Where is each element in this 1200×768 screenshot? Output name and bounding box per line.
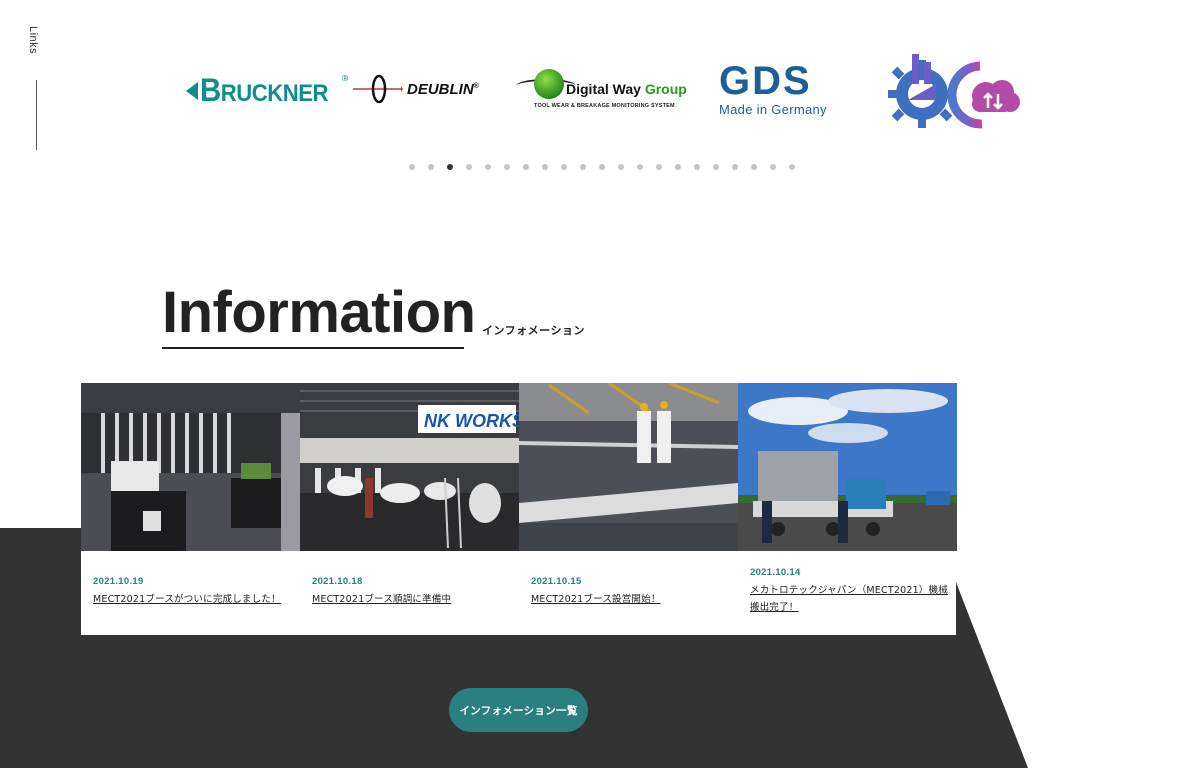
svg-text:NK WORKS: NK WORKS (424, 411, 519, 431)
carousel-dot[interactable] (523, 164, 529, 170)
digital-way-group-logo[interactable]: Digital Way Group TOOL WEAR & BREAKAGE M… (516, 67, 687, 113)
factory-gear-cloud-icon (888, 54, 1020, 129)
carousel-pagination (409, 164, 795, 170)
carousel-dot[interactable] (542, 164, 548, 170)
card-date: 2021.10.19 (93, 576, 144, 587)
info-card[interactable]: 2021.10.15 MECT2021ブース設営開始！ (519, 383, 738, 635)
card-date: 2021.10.18 (312, 576, 363, 587)
booth-photo[interactable] (81, 383, 300, 551)
information-list-button[interactable]: インフォメーション一覧 (449, 688, 588, 732)
carousel-dot[interactable] (599, 164, 605, 170)
carousel-dot[interactable] (751, 164, 757, 170)
card-title-link[interactable]: メカトロテックジャパン（MECT2021）機械搬出完了！ (750, 582, 950, 616)
carousel-dot[interactable] (466, 164, 472, 170)
bruckner-arrow-icon (186, 81, 198, 100)
info-card[interactable]: NK WORKS 2021.10.18 MECT2021ブース順調に準備中 (300, 383, 519, 635)
carousel-dot[interactable] (409, 164, 415, 170)
booth-preparation-photo[interactable]: NK WORKS (300, 383, 519, 551)
heading-underline (162, 347, 464, 349)
links-label: Links (27, 26, 39, 55)
carousel-dot[interactable] (694, 164, 700, 170)
carousel-dot[interactable] (618, 164, 624, 170)
card-title-link[interactable]: MECT2021ブースがついに完成しました！ (93, 591, 293, 608)
carousel-dot[interactable] (485, 164, 491, 170)
machine-shipping-photo[interactable] (738, 383, 957, 551)
carousel-dot[interactable] (732, 164, 738, 170)
carousel-dot[interactable] (770, 164, 776, 170)
carousel-dot[interactable] (428, 164, 434, 170)
carousel-dot[interactable] (561, 164, 567, 170)
gds-logo[interactable]: GDS Made in Germany (719, 61, 827, 117)
deublin-ring-icon (353, 74, 403, 104)
card-date: 2021.10.14 (750, 567, 801, 578)
carousel-dot[interactable] (675, 164, 681, 170)
globe-icon (534, 69, 564, 99)
card-date: 2021.10.15 (531, 576, 582, 587)
carousel-dot[interactable] (504, 164, 510, 170)
carousel-dot[interactable] (789, 164, 795, 170)
bruckner-logo[interactable]: BRUCKNER ® (186, 72, 349, 109)
information-subheading: インフォメーション (482, 324, 585, 337)
side-divider (36, 80, 37, 150)
carousel-dot[interactable] (447, 164, 453, 170)
information-heading: Information (162, 280, 476, 345)
deublin-logo[interactable]: DEUBLIN® (353, 74, 479, 104)
carousel-dot[interactable] (637, 164, 643, 170)
carousel-dot[interactable] (656, 164, 662, 170)
info-card[interactable]: 2021.10.14 メカトロテックジャパン（MECT2021）機械搬出完了！ (738, 383, 957, 635)
card-title-link[interactable]: MECT2021ブース順調に準備中 (312, 591, 512, 608)
carousel-dot[interactable] (580, 164, 586, 170)
information-card-list: 2021.10.19 MECT2021ブースがついに完成しました！ NK WOR… (81, 383, 957, 635)
factory-gear-cloud-logo[interactable] (882, 52, 1022, 132)
card-title-link[interactable]: MECT2021ブース設営開始！ (531, 591, 731, 608)
booth-setup-photo[interactable] (519, 383, 738, 551)
info-card[interactable]: 2021.10.19 MECT2021ブースがついに完成しました！ (81, 383, 300, 635)
carousel-dot[interactable] (713, 164, 719, 170)
